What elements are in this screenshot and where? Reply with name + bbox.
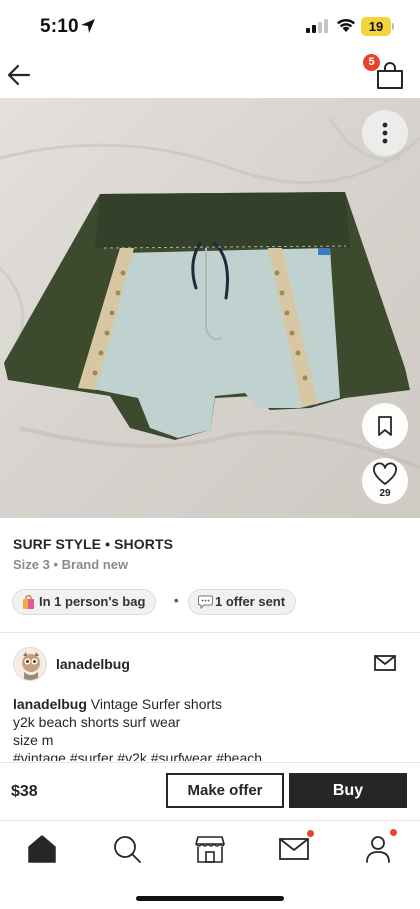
cell-signal-icon: [306, 19, 328, 33]
tab-profile[interactable]: [361, 829, 397, 865]
seller-username[interactable]: lanadelbug: [56, 656, 130, 672]
like-button[interactable]: 29: [362, 458, 408, 504]
avatar-image: [22, 652, 40, 680]
offers-text: 1 offer sent: [215, 594, 286, 609]
heart-icon: [373, 462, 397, 485]
inbox-notification-dot: [307, 830, 314, 837]
seller-avatar[interactable]: [13, 647, 47, 681]
tab-inbox[interactable]: [277, 830, 314, 865]
arrow-left-icon: [7, 64, 31, 86]
back-button[interactable]: [6, 60, 36, 90]
make-offer-button[interactable]: Make offer: [166, 773, 284, 808]
item-title: SURF STYLE • SHORTS: [13, 536, 174, 552]
more-vertical-icon: [382, 122, 388, 144]
save-button[interactable]: [362, 403, 408, 449]
location-arrow-icon: [81, 19, 95, 33]
person-icon: [366, 836, 390, 863]
message-seller-button[interactable]: [373, 653, 397, 673]
offers-chip: 1 offer sent: [188, 589, 297, 615]
status-bar: 5:10 19: [0, 0, 420, 52]
like-count: 29: [379, 488, 391, 499]
chip-separator: •: [174, 593, 179, 608]
description-line-3: size m: [13, 732, 54, 748]
buy-bar: $38 Make offer Buy: [0, 762, 420, 820]
in-bag-text: In 1 person's bag: [39, 594, 146, 609]
description-username[interactable]: lanadelbug: [13, 696, 87, 712]
in-bag-chip: In 1 person's bag: [12, 589, 157, 615]
description-line-1: Vintage Surfer shorts: [90, 696, 223, 712]
top-nav: 5: [0, 52, 420, 98]
battery-level: 19: [361, 17, 391, 36]
description-line-2: y2k beach shorts surf wear: [13, 714, 181, 730]
tab-search[interactable]: [110, 833, 144, 865]
section-divider: [0, 632, 420, 633]
tab-home[interactable]: [25, 833, 59, 865]
battery-tip: [392, 23, 394, 30]
bookmark-icon: [378, 416, 392, 436]
speech-bubble-icon: [198, 595, 213, 609]
overflow-menu-button[interactable]: [362, 110, 408, 156]
bag-count-badge: 5: [363, 54, 380, 71]
buy-button[interactable]: Buy: [289, 773, 407, 808]
envelope-icon: [374, 655, 396, 671]
profile-notification-dot: [390, 829, 397, 836]
tab-shop[interactable]: [193, 833, 227, 865]
home-icon: [28, 835, 56, 863]
price: $38: [11, 783, 38, 800]
wifi-icon: [337, 18, 355, 32]
storefront-icon: [195, 836, 225, 863]
search-icon: [114, 836, 141, 863]
item-description: lanadelbug Vintage Surfer shorts y2k bea…: [13, 695, 413, 749]
status-time: 5:10: [40, 16, 79, 37]
product-image: [0, 98, 420, 518]
description-tags[interactable]: #vintage #surfer #y2k #surfwear #beach: [13, 749, 262, 761]
item-meta: Size 3 • Brand new: [13, 557, 129, 572]
home-indicator: [136, 896, 284, 901]
envelope-icon: [279, 838, 309, 860]
product-photo[interactable]: [0, 98, 420, 518]
shopping-bag-icon: [23, 595, 34, 609]
